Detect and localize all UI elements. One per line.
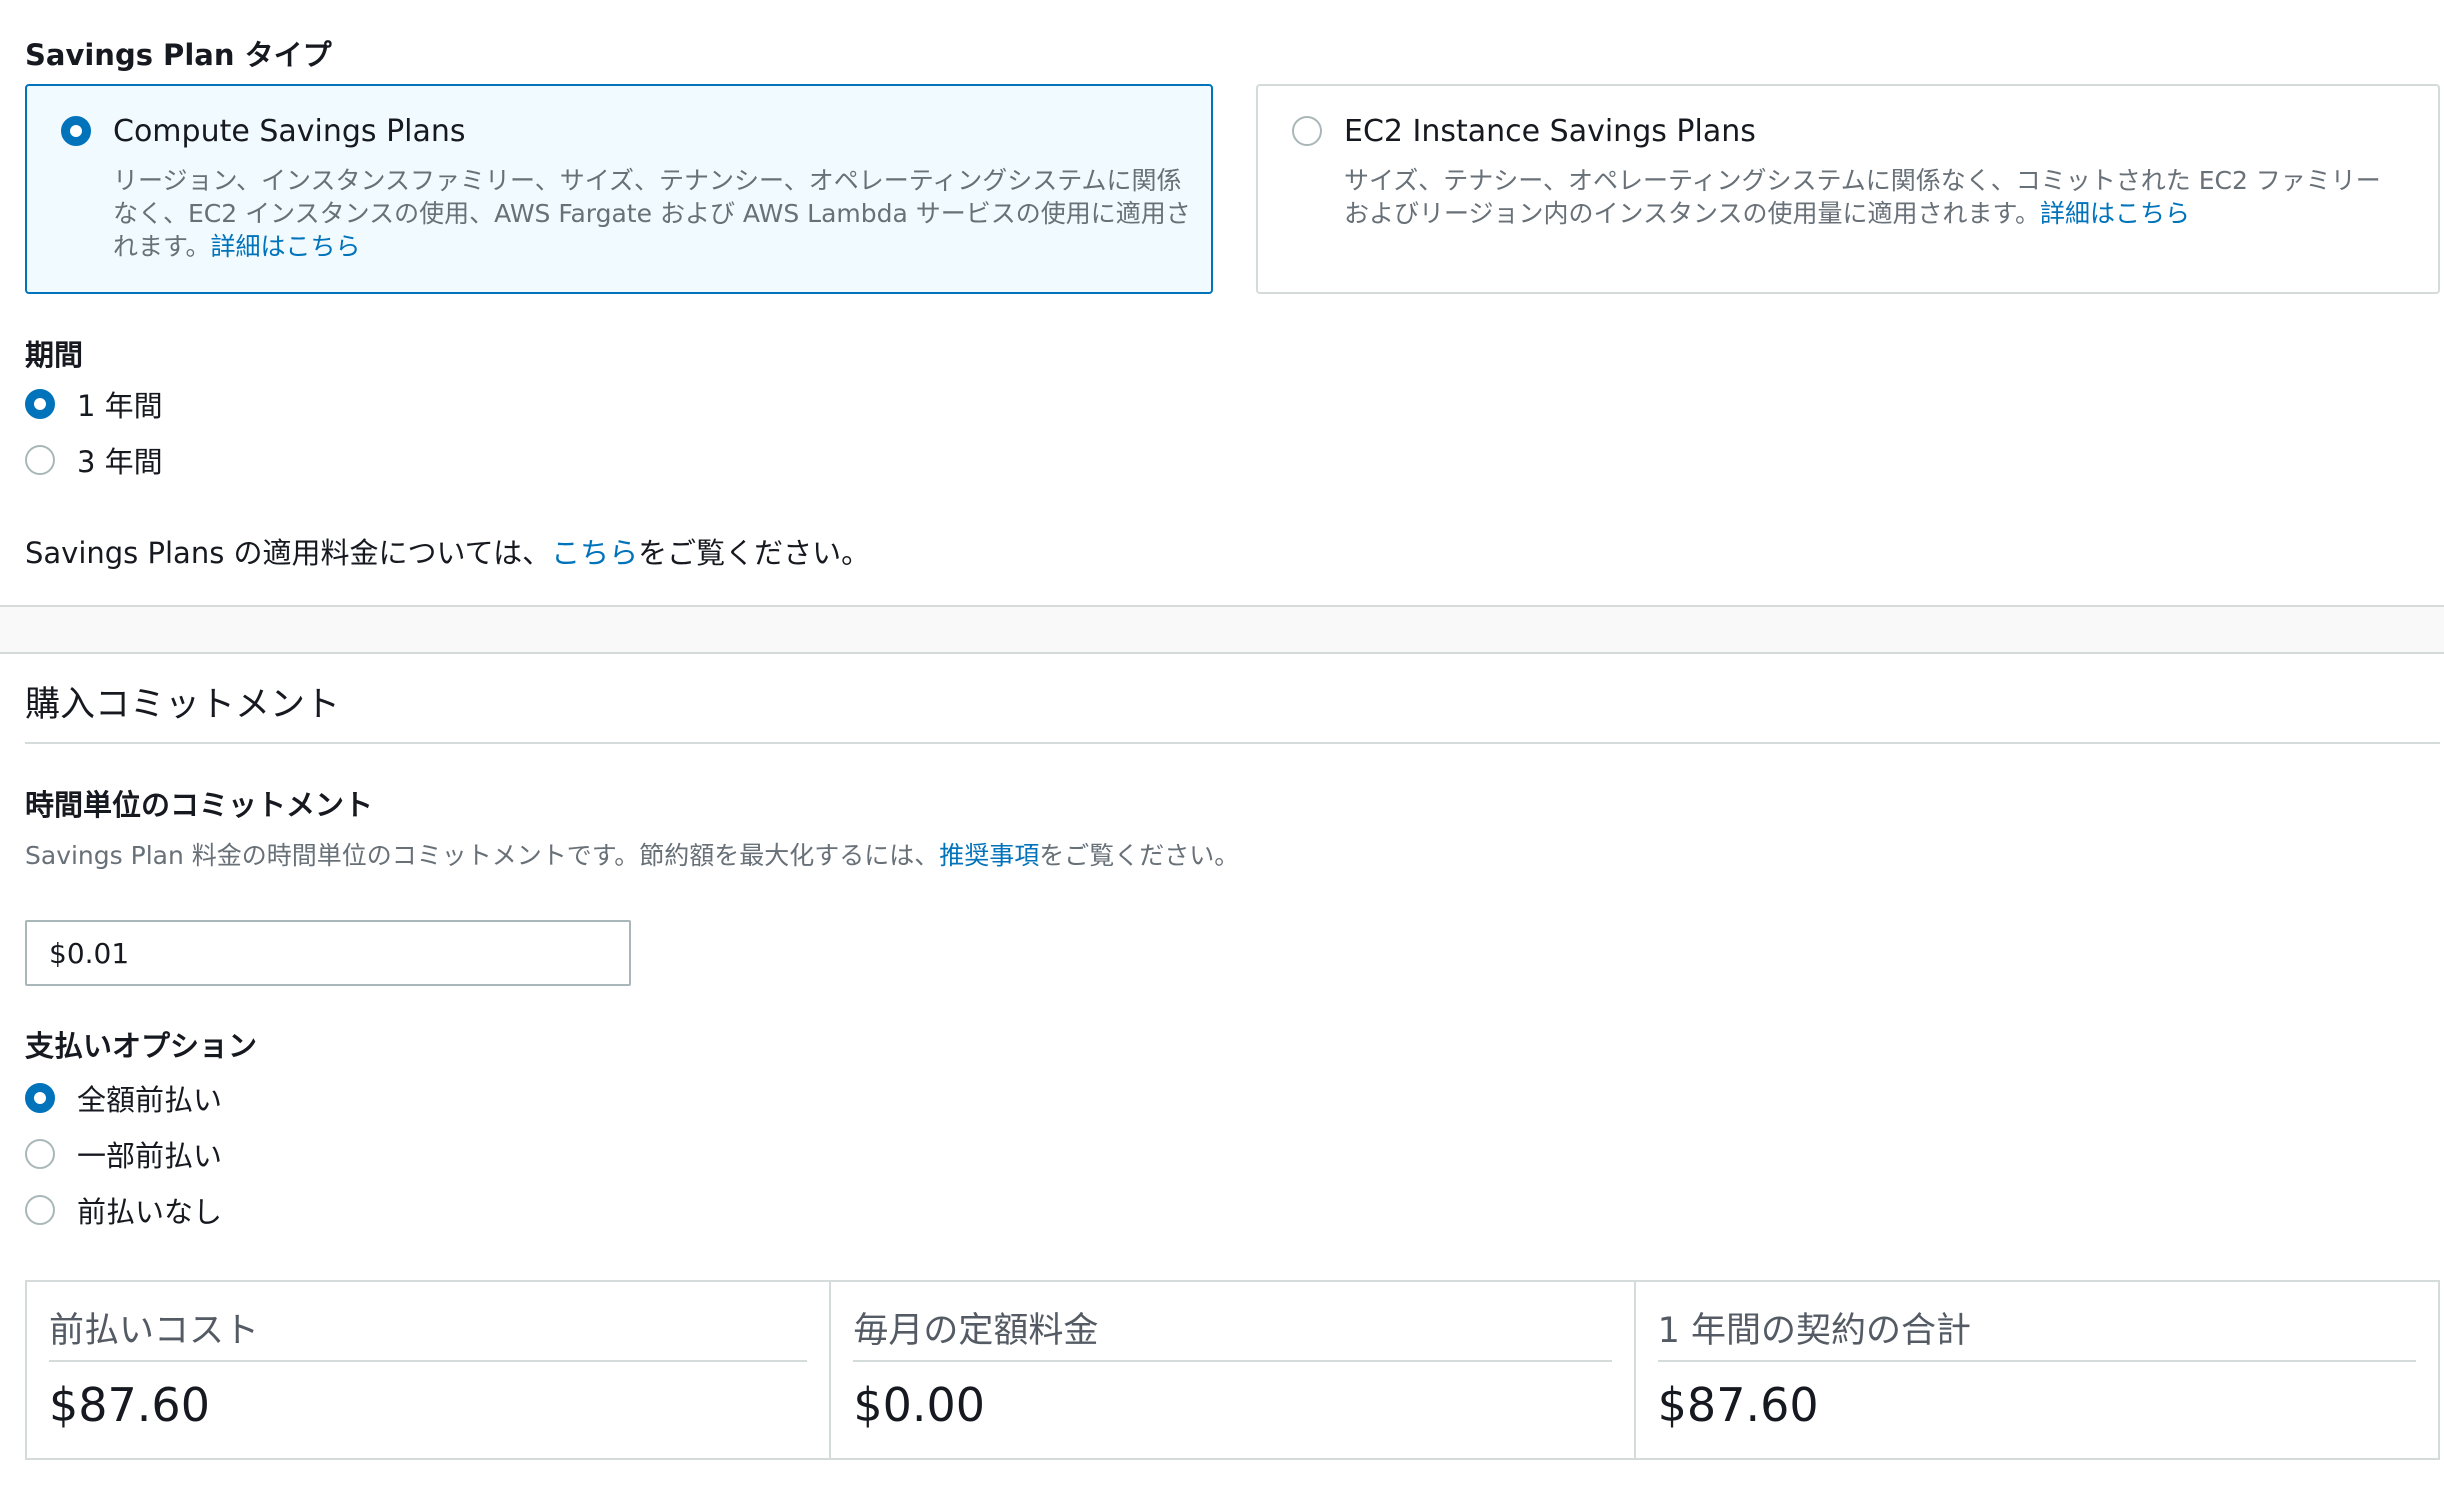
compute-savings-plans-description: リージョン、インスタンスファミリー、サイズ、テナンシー、オペレーティングシステム… — [113, 164, 1203, 263]
hourly-desc-prefix: Savings Plan 料金の時間単位のコミットメントです。節約額を最大化する… — [25, 841, 940, 870]
hourly-commitment-description: Savings Plan 料金の時間単位のコミットメントです。節約額を最大化する… — [25, 834, 1245, 878]
no-upfront-label: 前払いなし — [77, 1195, 223, 1229]
plan-type-label: Savings Plan タイプ — [25, 38, 332, 72]
ec2-instance-savings-plans-radio[interactable] — [1292, 116, 1322, 146]
upfront-cost-rule — [49, 1360, 808, 1362]
monthly-fee-rule — [853, 1360, 1612, 1362]
header-rule — [25, 742, 2440, 744]
ec2-learn-more-link[interactable]: 詳細はこちら — [2040, 199, 2190, 228]
monthly-fee-column: 毎月の定額料金 $0.00 — [831, 1282, 1636, 1458]
term-3-year-radio[interactable] — [25, 445, 55, 475]
monthly-fee-title: 毎月の定額料金 — [853, 1311, 1099, 1351]
contract-total-column: 1 年間の契約の合計 $87.60 — [1636, 1282, 2438, 1458]
payment-option-label: 支払いオプション — [25, 1029, 258, 1063]
term-3-year-label: 3 年間 — [77, 445, 163, 479]
compute-learn-more-link[interactable]: 詳細はこちら — [211, 232, 361, 261]
ec2-instance-savings-plans-title: EC2 Instance Savings Plans — [1344, 114, 1756, 149]
upfront-cost-column: 前払いコスト $87.60 — [27, 1282, 832, 1458]
ec2-desc-text: サイズ、テナシー、オペレーティングシステムに関係なく、コミットされた EC2 フ… — [1344, 166, 2381, 228]
payment-option-all-upfront[interactable]: 全額前払い — [25, 1078, 222, 1118]
pricing-info-suffix: をご覧ください。 — [638, 536, 871, 570]
all-upfront-label: 全額前払い — [77, 1083, 223, 1117]
term-label: 期間 — [25, 338, 84, 372]
partial-upfront-label: 一部前払い — [77, 1139, 223, 1173]
term-option-3-year[interactable]: 3 年間 — [25, 440, 163, 480]
upfront-cost-value: $87.60 — [49, 1378, 210, 1432]
contract-total-title: 1 年間の契約の合計 — [1657, 1311, 1972, 1351]
term-option-1-year[interactable]: 1 年間 — [25, 384, 163, 424]
compute-savings-plans-card[interactable]: Compute Savings Plans リージョン、インスタンスファミリー、… — [25, 84, 1213, 294]
recommendations-link[interactable]: 推奨事項 — [939, 841, 1039, 870]
partial-upfront-radio[interactable] — [25, 1139, 55, 1169]
compute-savings-plans-title: Compute Savings Plans — [113, 114, 466, 149]
contract-total-value: $87.60 — [1657, 1378, 1819, 1432]
hourly-commitment-input[interactable]: $0.01 — [25, 920, 631, 986]
no-upfront-radio[interactable] — [25, 1195, 55, 1225]
purchase-commitment-header: 購入コミットメント — [25, 685, 341, 725]
payment-option-no-upfront[interactable]: 前払いなし — [25, 1190, 222, 1230]
hourly-commitment-label: 時間単位のコミットメント — [25, 788, 374, 822]
term-1-year-label: 1 年間 — [77, 389, 163, 423]
payment-option-partial-upfront[interactable]: 一部前払い — [25, 1134, 222, 1174]
all-upfront-radio[interactable] — [25, 1083, 55, 1113]
ec2-instance-savings-plans-description: サイズ、テナシー、オペレーティングシステムに関係なく、コミットされた EC2 フ… — [1344, 164, 2404, 230]
upfront-cost-title: 前払いコスト — [49, 1311, 260, 1351]
hourly-desc-suffix: をご覧ください。 — [1039, 841, 1240, 870]
monthly-fee-value: $0.00 — [853, 1378, 986, 1432]
term-1-year-radio[interactable] — [25, 389, 55, 419]
pricing-info-prefix: Savings Plans の適用料金については、 — [25, 536, 552, 570]
ec2-instance-savings-plans-card[interactable]: EC2 Instance Savings Plans サイズ、テナシー、オペレー… — [1256, 84, 2440, 294]
section-divider-bottom — [0, 652, 2444, 654]
section-separator-band — [0, 607, 2444, 652]
compute-savings-plans-radio[interactable] — [61, 116, 91, 146]
cost-summary: 前払いコスト $87.60 毎月の定額料金 $0.00 1 年間の契約の合計 $… — [25, 1280, 2440, 1460]
pricing-info: Savings Plans の適用料金については、こちらをご覧ください。 — [25, 530, 870, 572]
contract-total-rule — [1657, 1360, 2416, 1362]
pricing-info-link[interactable]: こちら — [551, 536, 638, 570]
